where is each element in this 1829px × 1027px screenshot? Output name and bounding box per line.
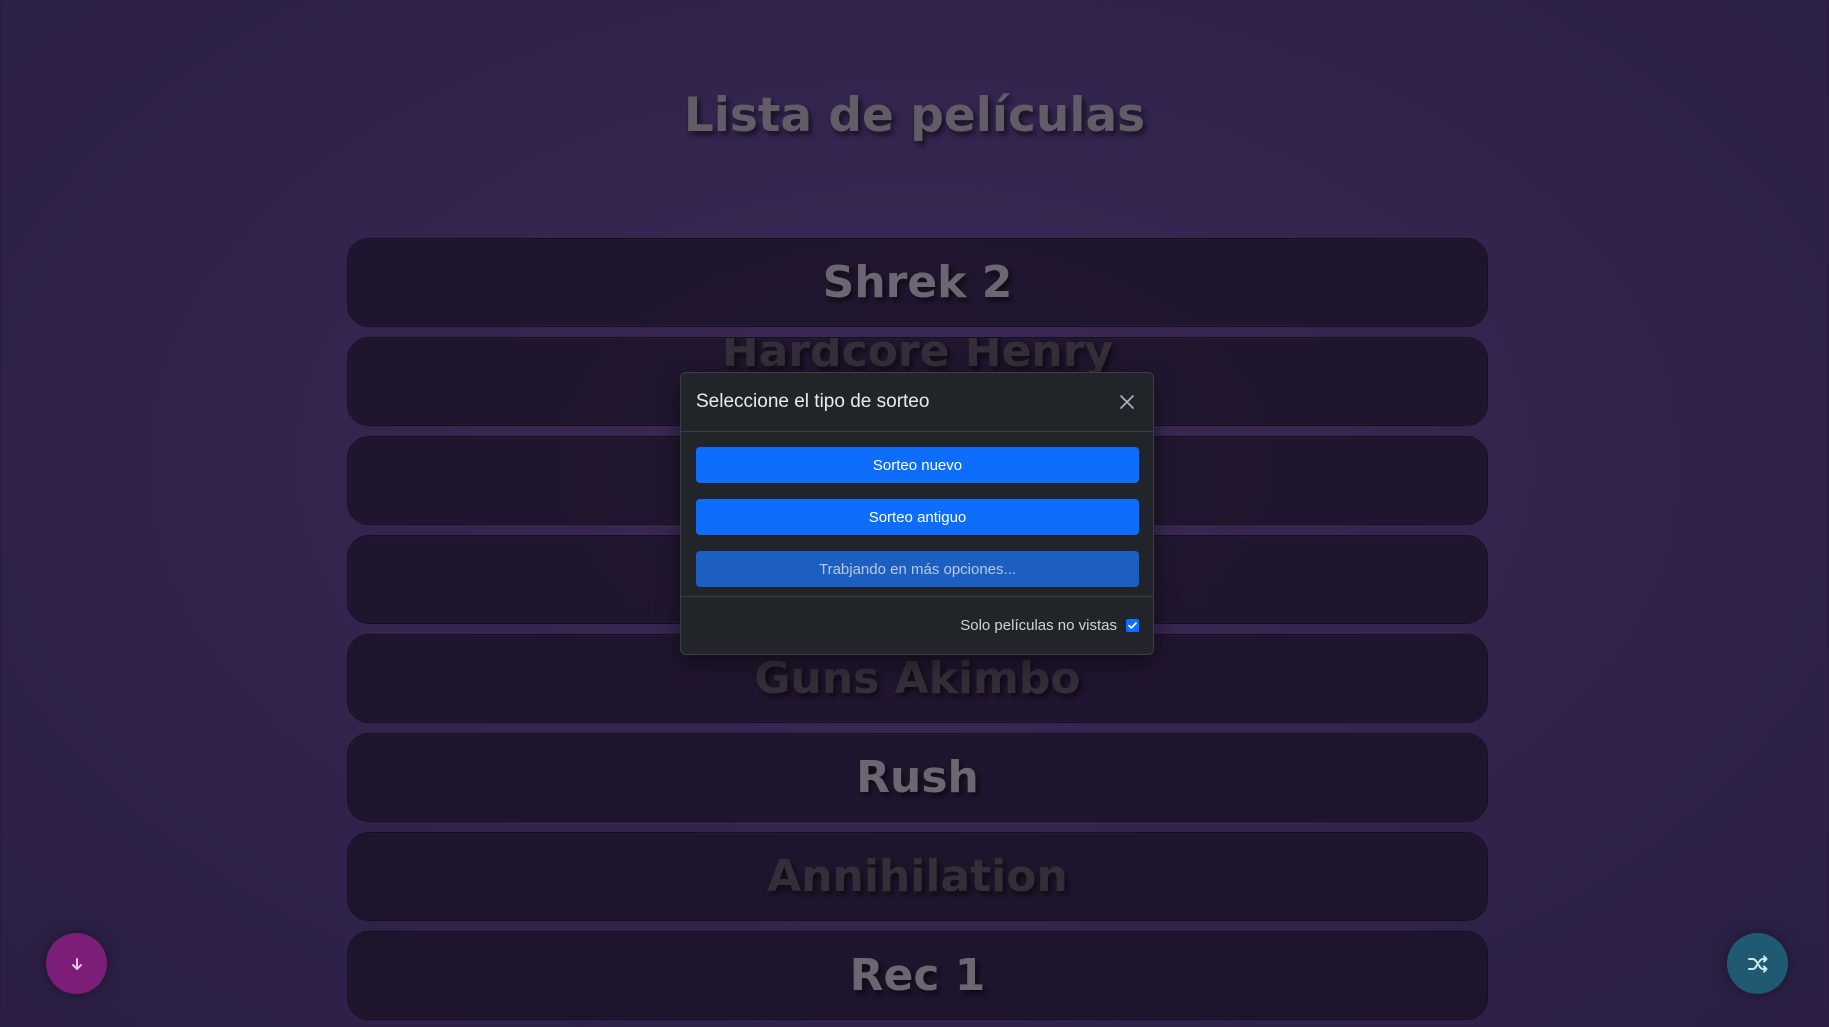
modal-title: Seleccione el tipo de sorteo — [696, 391, 930, 412]
shuffle-icon — [1747, 955, 1767, 972]
new-raffle-button[interactable]: Sorteo nuevo — [696, 447, 1139, 483]
unwatched-only-label: Solo películas no vistas — [960, 617, 1117, 634]
more-options-button: Trabjando en más opciones... — [696, 551, 1139, 587]
modal-body: Sorteo nuevo Sorteo antiguo Trabjando en… — [681, 432, 1153, 597]
shuffle-button[interactable] — [1727, 933, 1788, 994]
download-button[interactable] — [46, 933, 107, 994]
close-icon[interactable] — [1115, 390, 1139, 414]
modal-footer: Solo películas no vistas — [681, 597, 1153, 654]
unwatched-only-checkbox[interactable] — [1126, 619, 1139, 632]
arrow-down-icon — [71, 957, 82, 970]
modal-header: Seleccione el tipo de sorteo — [681, 373, 1153, 432]
old-raffle-button[interactable]: Sorteo antiguo — [696, 499, 1139, 535]
raffle-type-modal: Seleccione el tipo de sorteo Sorteo nuev… — [680, 372, 1154, 655]
